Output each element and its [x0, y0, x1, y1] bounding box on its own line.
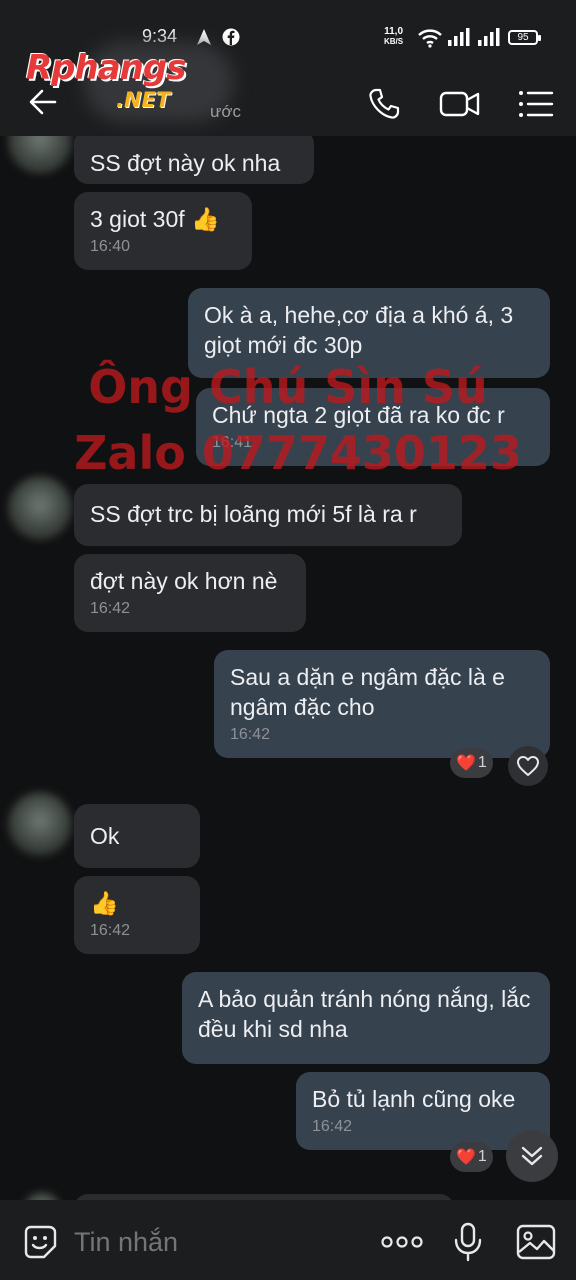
reaction-badge[interactable]: ❤️ 1: [450, 1142, 493, 1172]
scroll-to-bottom-button[interactable]: [506, 1130, 558, 1182]
signal-icon-1: [448, 28, 470, 51]
message-bubble[interactable]: Ok: [74, 804, 200, 868]
heart-reaction-icon: ❤️: [456, 755, 476, 772]
menu-button[interactable]: [512, 80, 560, 128]
avatar[interactable]: [8, 136, 72, 174]
last-seen-status: ước: [210, 102, 242, 121]
voice-message-button[interactable]: [446, 1220, 490, 1264]
net-speed-unit: KB/S: [384, 37, 404, 46]
logo-sub-text: .NET: [116, 88, 171, 112]
chat-header: Rphangs .NET ước: [0, 42, 576, 136]
net-speed: 11,0 KB/S: [384, 27, 403, 47]
wifi-icon: [418, 28, 442, 53]
more-options-button[interactable]: [380, 1220, 424, 1264]
message-time: 16:42: [90, 600, 131, 617]
list-menu-icon: [519, 91, 554, 117]
message-text: Bỏ tủ lạnh cũng oke: [312, 1086, 516, 1112]
message-bubble[interactable]: SS đợt trc bị loãng mới 5f là ra r: [74, 484, 462, 546]
watermark-logo: Rphangs .NET: [26, 48, 202, 116]
smiley-sticker-icon: [24, 1225, 57, 1259]
video-call-button[interactable]: [436, 80, 484, 128]
more-dots-icon: [381, 1236, 423, 1248]
phone-icon: [369, 88, 400, 119]
message-text: SS đợt này ok nha: [90, 150, 281, 176]
message-time: 16:42: [312, 1118, 353, 1135]
message-bubble[interactable]: Ok à a, hehe,cơ địa a khó á, 3 giọt mới …: [188, 288, 550, 378]
message-bubble[interactable]: 👍 16:42: [74, 876, 200, 954]
message-time: 16:42: [230, 726, 271, 743]
facebook-icon: [222, 28, 240, 51]
image-gallery-icon: [516, 1224, 556, 1260]
send-image-button[interactable]: [514, 1220, 558, 1264]
double-chevron-down-icon: [521, 1146, 543, 1166]
heart-reaction-icon: ❤️: [456, 1149, 476, 1166]
reaction-count: 1: [477, 1148, 487, 1165]
message-bubble[interactable]: SS đợt này ok nha: [74, 136, 314, 184]
message-composer: [0, 1200, 576, 1280]
video-camera-icon: [439, 91, 480, 117]
message-bubble[interactable]: Chứ ngta 2 giọt đã ra ko đc r 16:41: [196, 388, 550, 466]
signal-icon-2: [478, 28, 500, 51]
message-time: 16:41: [212, 434, 253, 451]
message-text: 👍: [90, 890, 119, 916]
message-text: đợt này ok hơn nè: [90, 568, 278, 594]
message-time: 16:42: [90, 922, 131, 939]
voice-call-button[interactable]: [360, 80, 408, 128]
message-list[interactable]: SS đợt này ok nha 3 giot 30f 👍 16:40 Ok …: [0, 136, 576, 1200]
message-text: Chứ ngta 2 giọt đã ra ko đc r: [212, 402, 505, 428]
message-text: SS đợt trc bị loãng mới 5f là ra r: [90, 501, 417, 527]
avatar[interactable]: [8, 476, 72, 540]
battery-indicator: 95: [508, 30, 541, 45]
avatar[interactable]: [22, 1192, 62, 1200]
heart-outline-icon: [517, 756, 539, 776]
avatar[interactable]: [8, 792, 72, 856]
message-input[interactable]: [74, 1222, 354, 1262]
message-time: 16:40: [90, 238, 131, 255]
message-text: Ok: [90, 823, 120, 849]
reaction-count: 1: [477, 754, 487, 771]
message-text: Sau a dặn e ngâm đặc là e ngâm đặc cho: [230, 664, 505, 720]
logo-main-text: Rphangs: [26, 48, 186, 88]
net-speed-value: 11,0: [384, 26, 404, 37]
message-text: 3 giot 30f 👍: [90, 206, 220, 232]
message-bubble[interactable]: đợt này ok hơn nè 16:42: [74, 554, 306, 632]
message-bubble[interactable]: A bảo quản tránh nóng nắng, lắc đều khi …: [182, 972, 550, 1064]
microphone-icon: [454, 1222, 482, 1262]
message-bubble[interactable]: Sau a dặn e ngâm đặc là e ngâm đặc cho 1…: [214, 650, 550, 758]
message-bubble[interactable]: 3 giot 30f 👍 16:40: [74, 192, 252, 270]
emoji-button[interactable]: [18, 1220, 62, 1264]
message-text: A bảo quản tránh nóng nắng, lắc đều khi …: [198, 986, 531, 1042]
reaction-badge[interactable]: ❤️ 1: [450, 748, 493, 778]
message-text: Ok à a, hehe,cơ địa a khó á, 3 giọt mới …: [204, 302, 514, 358]
add-reaction-button[interactable]: [508, 746, 548, 786]
